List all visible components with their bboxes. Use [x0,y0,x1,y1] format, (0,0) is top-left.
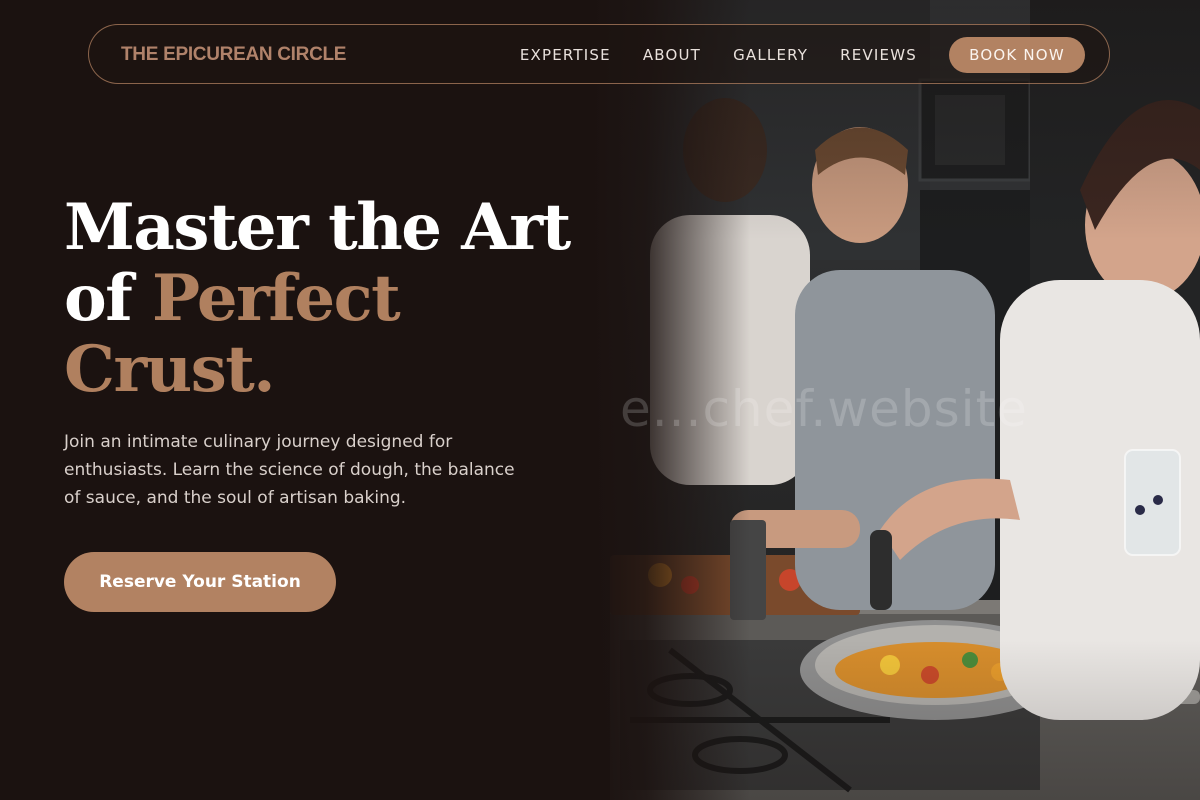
headline-line-1: Master the Art [64,190,571,265]
hero-headline: Master the Art of Perfect Crust. [64,192,584,405]
book-now-button[interactable]: BOOK NOW [949,37,1085,73]
hero-photo-cooking-class: e...chef.website [590,0,1200,800]
nav-link-reviews[interactable]: REVIEWS [840,46,917,64]
nav-links: EXPERTISE ABOUT GALLERY REVIEWS BOOK NOW [520,37,1085,73]
headline-line-2-prefix: of [64,261,152,336]
hero-description: Join an intimate culinary journey design… [64,432,515,508]
nav-link-about[interactable]: ABOUT [643,46,701,64]
nav-link-gallery[interactable]: GALLERY [733,46,808,64]
headline-accent-perfect: Perfect [152,261,401,336]
brand-logo[interactable]: THE EPICUREAN CIRCLE [121,44,346,66]
navbar: THE EPICUREAN CIRCLE EXPERTISE ABOUT GAL… [88,24,1110,84]
nav-link-expertise[interactable]: EXPERTISE [520,46,611,64]
landing-page: e...chef.website THE EPICUREAN CIRCLE EX… [0,0,1200,800]
reserve-station-button[interactable]: Reserve Your Station [64,552,336,612]
headline-accent-crust: Crust. [64,332,276,407]
photo-watermark: e...chef.website [620,380,1028,438]
